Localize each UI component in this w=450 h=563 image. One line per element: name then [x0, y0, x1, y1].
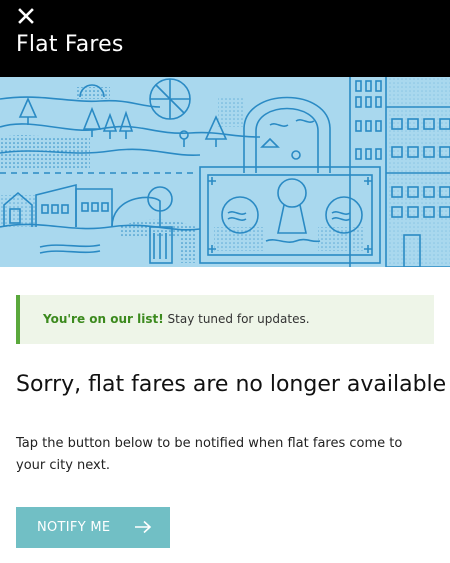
app-header: Flat Fares	[0, 0, 450, 77]
headline: Sorry, flat fares are no longer availabl…	[16, 372, 447, 397]
close-icon	[18, 8, 34, 24]
notify-me-label: NOTIFY ME	[37, 520, 111, 535]
close-button[interactable]	[14, 4, 38, 28]
body-text: Tap the button below to be notified when…	[16, 436, 403, 473]
page-title: Flat Fares	[16, 32, 124, 57]
arrow-right-icon	[135, 520, 152, 534]
city-illustration-icon	[0, 77, 450, 267]
hero-illustration	[0, 77, 450, 267]
banner-strong-text: You're on our list!	[43, 312, 164, 326]
banner-text: Stay tuned for updates.	[163, 312, 310, 326]
notify-me-button[interactable]: NOTIFY ME	[16, 507, 170, 548]
status-banner: You're on our list! Stay tuned for updat…	[16, 295, 434, 344]
